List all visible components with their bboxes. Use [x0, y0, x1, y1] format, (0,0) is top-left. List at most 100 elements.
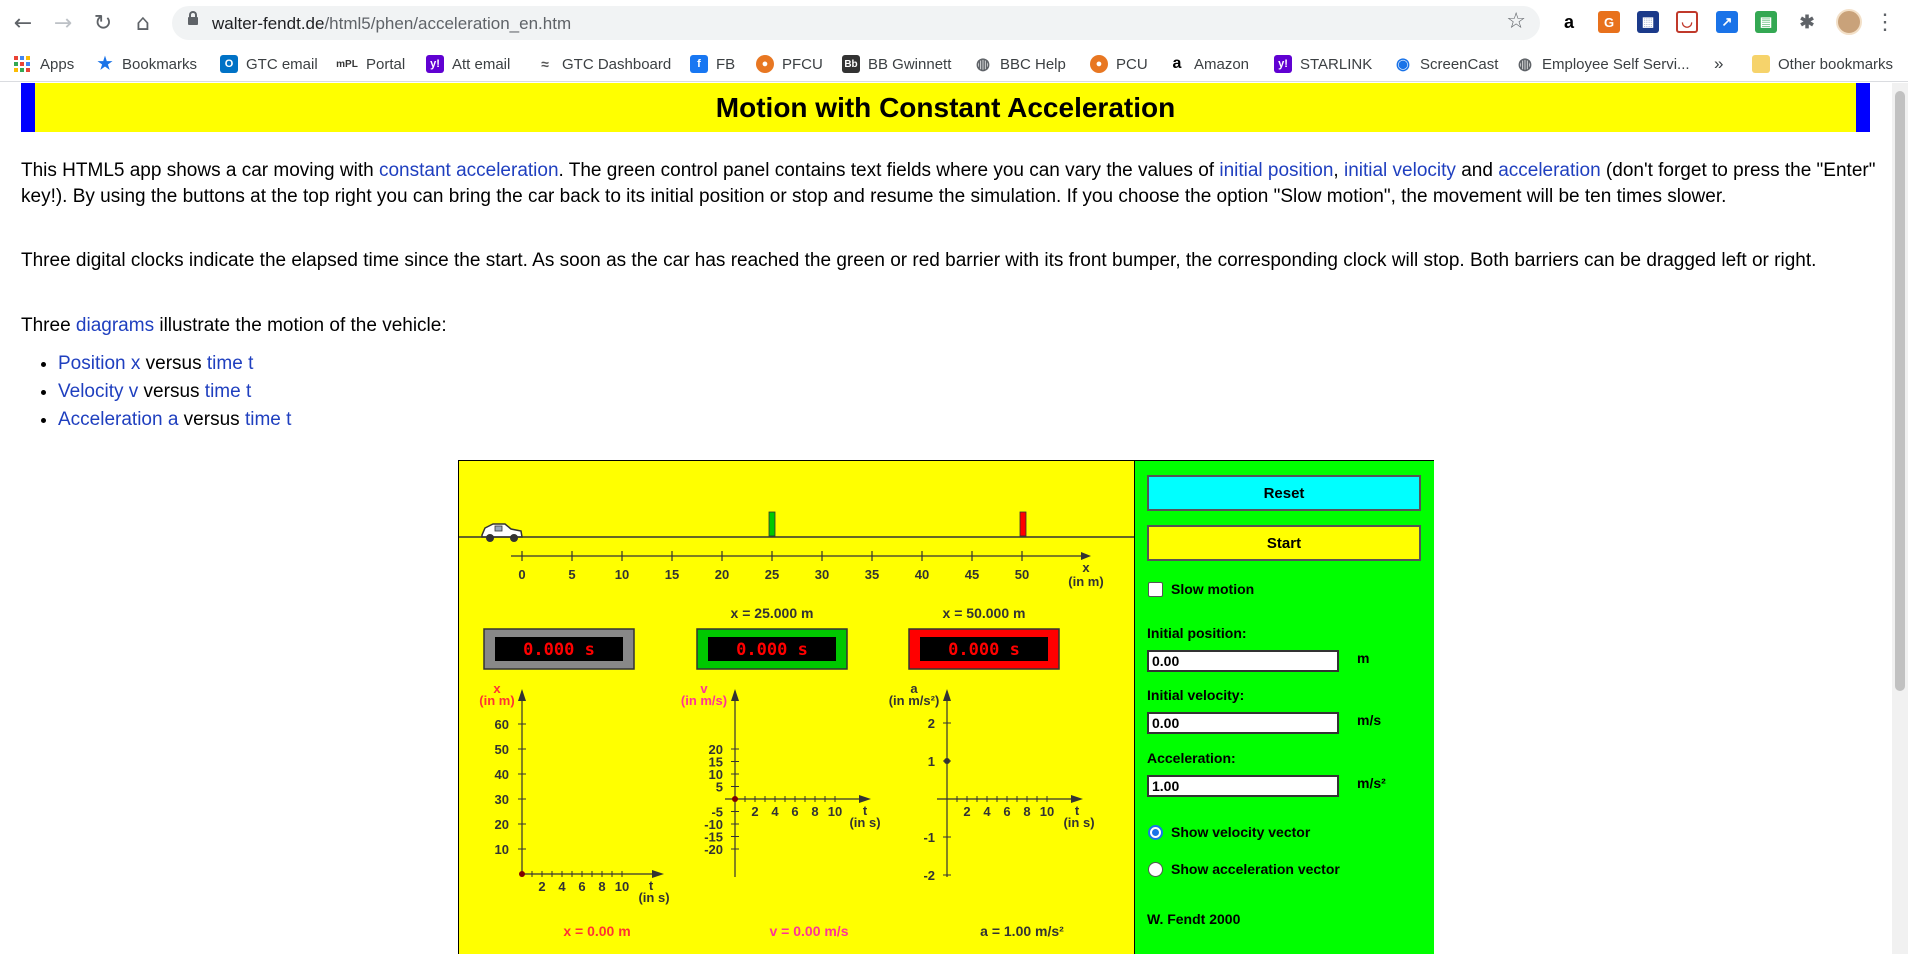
- position-y-unit: (in m): [479, 693, 514, 708]
- bookmark-gtc-dashboard[interactable]: ≈ GTC Dashboard: [536, 52, 671, 76]
- velocity-y-tick-label: -20: [704, 842, 723, 857]
- time-tick-label: 4: [771, 804, 779, 819]
- bookmark-starlink[interactable]: y! STARLINK: [1274, 52, 1372, 76]
- slow-motion-checkbox[interactable]: [1148, 582, 1163, 597]
- pocket-icon[interactable]: ◡: [1676, 11, 1698, 33]
- link-time-t[interactable]: time t: [205, 381, 251, 402]
- intro-paragraph: This HTML5 app shows a car moving with c…: [21, 160, 1876, 207]
- bookmark-pcu[interactable]: ● PCU: [1090, 52, 1148, 76]
- bookmark-att-email[interactable]: y! Att email: [426, 52, 510, 76]
- time-tick-label: 2: [751, 804, 758, 819]
- initial-position-field[interactable]: 0.00: [1147, 650, 1339, 672]
- initial-velocity-field[interactable]: 0.00: [1147, 712, 1339, 734]
- time-tick-label: 8: [1023, 804, 1030, 819]
- link-initial-position[interactable]: initial position: [1219, 160, 1333, 181]
- reload-icon[interactable]: ↻: [88, 8, 118, 38]
- green-barrier-label: x = 25.000 m: [731, 605, 814, 621]
- start-button[interactable]: Start: [1147, 525, 1421, 561]
- velocity-x-unit: (in s): [849, 815, 880, 830]
- time-tick-label: 4: [558, 879, 566, 894]
- extension-icon-2[interactable]: G: [1598, 11, 1620, 33]
- profile-avatar[interactable]: [1836, 9, 1862, 35]
- scrollbar-thumb[interactable]: [1895, 91, 1905, 691]
- diagram-list: Position x versus time t Velocity v vers…: [58, 350, 291, 434]
- bookmark-bookmarks[interactable]: ★ Bookmarks: [96, 52, 197, 76]
- blackboard-icon: Bb: [842, 55, 860, 73]
- bookmark-gtc-email[interactable]: O GTC email: [220, 52, 318, 76]
- link-acceleration[interactable]: acceleration: [1498, 160, 1600, 181]
- link-initial-velocity[interactable]: initial velocity: [1344, 160, 1456, 181]
- acceleration-field[interactable]: 1.00: [1147, 775, 1339, 797]
- bookmark-apps[interactable]: Apps: [14, 52, 74, 76]
- acceleration-y-tick-label: 1: [928, 754, 935, 769]
- link-time-t[interactable]: time t: [245, 409, 291, 430]
- position-x-unit: (in s): [638, 890, 669, 905]
- page-title: Motion with Constant Acceleration: [715, 91, 1176, 123]
- page-scrollbar[interactable]: [1892, 83, 1908, 954]
- time-tick-label: 10: [1040, 804, 1054, 819]
- bookmark-bbc-help[interactable]: ◍ BBC Help: [974, 52, 1066, 76]
- velocity-current-point: [732, 796, 738, 802]
- car-icon[interactable]: [481, 523, 523, 542]
- bookmark-amazon[interactable]: a Amazon: [1168, 52, 1249, 76]
- reset-button[interactable]: Reset: [1147, 475, 1421, 511]
- link-time-t[interactable]: time t: [207, 353, 253, 374]
- other-bookmarks[interactable]: Other bookmarks: [1752, 52, 1893, 76]
- position-y-tick-label: 40: [495, 767, 509, 782]
- position-readout: x = 0.00 m: [563, 923, 630, 939]
- bookmark-star-icon[interactable]: ☆: [1506, 9, 1526, 34]
- link-velocity-v[interactable]: Velocity v: [58, 381, 138, 402]
- browser-toolbar: ← → ↻ ⌂ walter-fendt.de/html5/phen/accel…: [0, 0, 1908, 46]
- time-tick-label: 2: [538, 879, 545, 894]
- main-clock-display: 0.000 s: [523, 640, 595, 660]
- track-tick-label: 30: [815, 567, 829, 582]
- track-tick-label: 20: [715, 567, 729, 582]
- extension-icon-5[interactable]: ↗: [1716, 11, 1738, 33]
- outlook-icon: O: [220, 55, 238, 73]
- time-tick-label: 6: [791, 804, 798, 819]
- bookmark-pfcu[interactable]: ● PFCU: [756, 52, 823, 76]
- extensions-puzzle-icon[interactable]: ✱: [1796, 11, 1818, 33]
- clocks-paragraph: Three digital clocks indicate the elapse…: [21, 250, 1817, 271]
- track-tick-label: 10: [615, 567, 629, 582]
- list-item: Position x versus time t: [58, 350, 291, 378]
- screencast-icon: ◉: [1396, 56, 1410, 73]
- home-icon[interactable]: ⌂: [128, 8, 158, 38]
- bookmarks-overflow-button[interactable]: »: [1714, 52, 1723, 76]
- green-barrier[interactable]: [768, 511, 776, 537]
- author-credit: W. Fendt 2000: [1147, 911, 1241, 927]
- simulation-canvas: 0 5 10 15 20 25 30 35 40 45 50 x (in m) x = 25.000…: [459, 461, 1134, 954]
- link-diagrams[interactable]: diagrams: [76, 315, 154, 336]
- acceleration-y-tick-label: 2: [928, 716, 935, 731]
- address-bar[interactable]: walter-fendt.de/html5/phen/acceleration_…: [172, 6, 1540, 40]
- back-arrow-icon[interactable]: ←: [8, 8, 38, 38]
- time-tick-label: 10: [828, 804, 842, 819]
- track-axis-arrow: [1081, 552, 1091, 560]
- link-constant-acceleration[interactable]: constant acceleration: [379, 160, 559, 181]
- track-tick-label: 40: [915, 567, 929, 582]
- time-tick-label: 8: [598, 879, 605, 894]
- forward-arrow-icon[interactable]: →: [48, 8, 78, 38]
- time-tick-label: 2: [963, 804, 970, 819]
- bookmark-screencast[interactable]: ◉ ScreenCast: [1394, 52, 1498, 76]
- initial-position-unit: m: [1357, 650, 1370, 666]
- amazon-extension-icon[interactable]: a: [1558, 11, 1580, 33]
- star-icon: ★: [97, 54, 113, 73]
- track-axis-label: x: [1082, 560, 1090, 575]
- menu-dots-icon[interactable]: ⋮: [1874, 9, 1896, 35]
- show-velocity-radio[interactable]: [1148, 825, 1163, 840]
- bookmark-fb[interactable]: f FB: [690, 52, 735, 76]
- link-acceleration-a[interactable]: Acceleration a: [58, 409, 178, 430]
- bookmark-employee-self-service[interactable]: ◍ Employee Self Servi...: [1516, 52, 1690, 76]
- bookmark-portal[interactable]: mPL Portal: [336, 52, 405, 76]
- bookmark-bb-gwinnett[interactable]: Bb BB Gwinnett: [842, 52, 951, 76]
- extension-icon-6[interactable]: ▤: [1755, 11, 1777, 33]
- show-acceleration-radio[interactable]: [1148, 862, 1163, 877]
- velocity-diagram: 2015105-5-10-15-20 2 4 6 8 10 v (in m/s) t (…: [681, 681, 881, 939]
- position-y-tick-label: 50: [495, 742, 509, 757]
- red-barrier[interactable]: [1019, 511, 1027, 537]
- apps-grid-icon: [14, 56, 30, 72]
- link-position-x[interactable]: Position x: [58, 353, 140, 374]
- show-acceleration-label: Show acceleration vector: [1171, 861, 1340, 877]
- extension-icon-3[interactable]: ▦: [1637, 11, 1659, 33]
